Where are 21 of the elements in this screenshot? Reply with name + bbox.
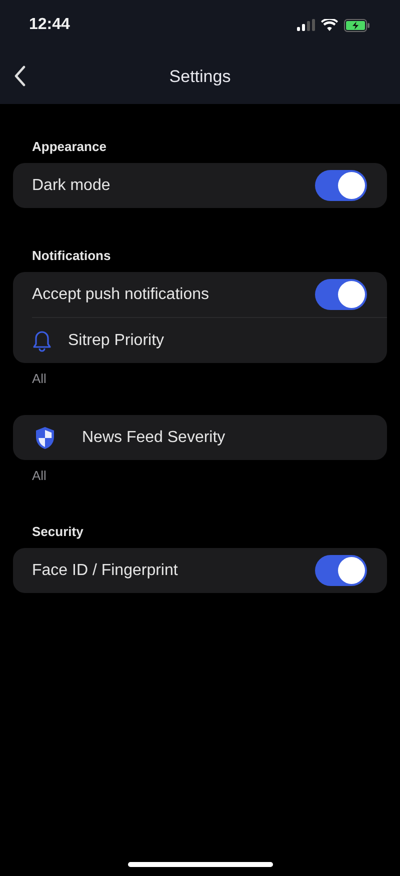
bell-icon [32,330,52,352]
signal-icon [297,19,315,31]
setting-link[interactable]: News Feed Severity [13,415,387,460]
toggle-switch[interactable] [315,170,367,201]
shield-icon [34,426,56,450]
section-footer: All [32,468,400,484]
toggle-switch[interactable] [315,555,367,586]
section-header: Security [32,524,84,540]
toggle-switch[interactable] [315,279,367,310]
back-button[interactable] [12,63,28,89]
section-header: Appearance [32,139,108,155]
battery-icon [344,18,370,32]
setting-link[interactable]: Sitrep Priority [32,317,387,363]
setting-label: Accept push notifications [32,286,210,304]
screen-title: Settings [169,67,231,87]
section-header: Notifications [32,248,112,264]
section-footer: All [32,371,400,387]
wifi-icon [321,19,338,31]
status-time: 12:44 [29,16,70,34]
setting-label: Dark mode [32,176,112,194]
setting-label: Face ID / Fingerprint [32,562,179,580]
